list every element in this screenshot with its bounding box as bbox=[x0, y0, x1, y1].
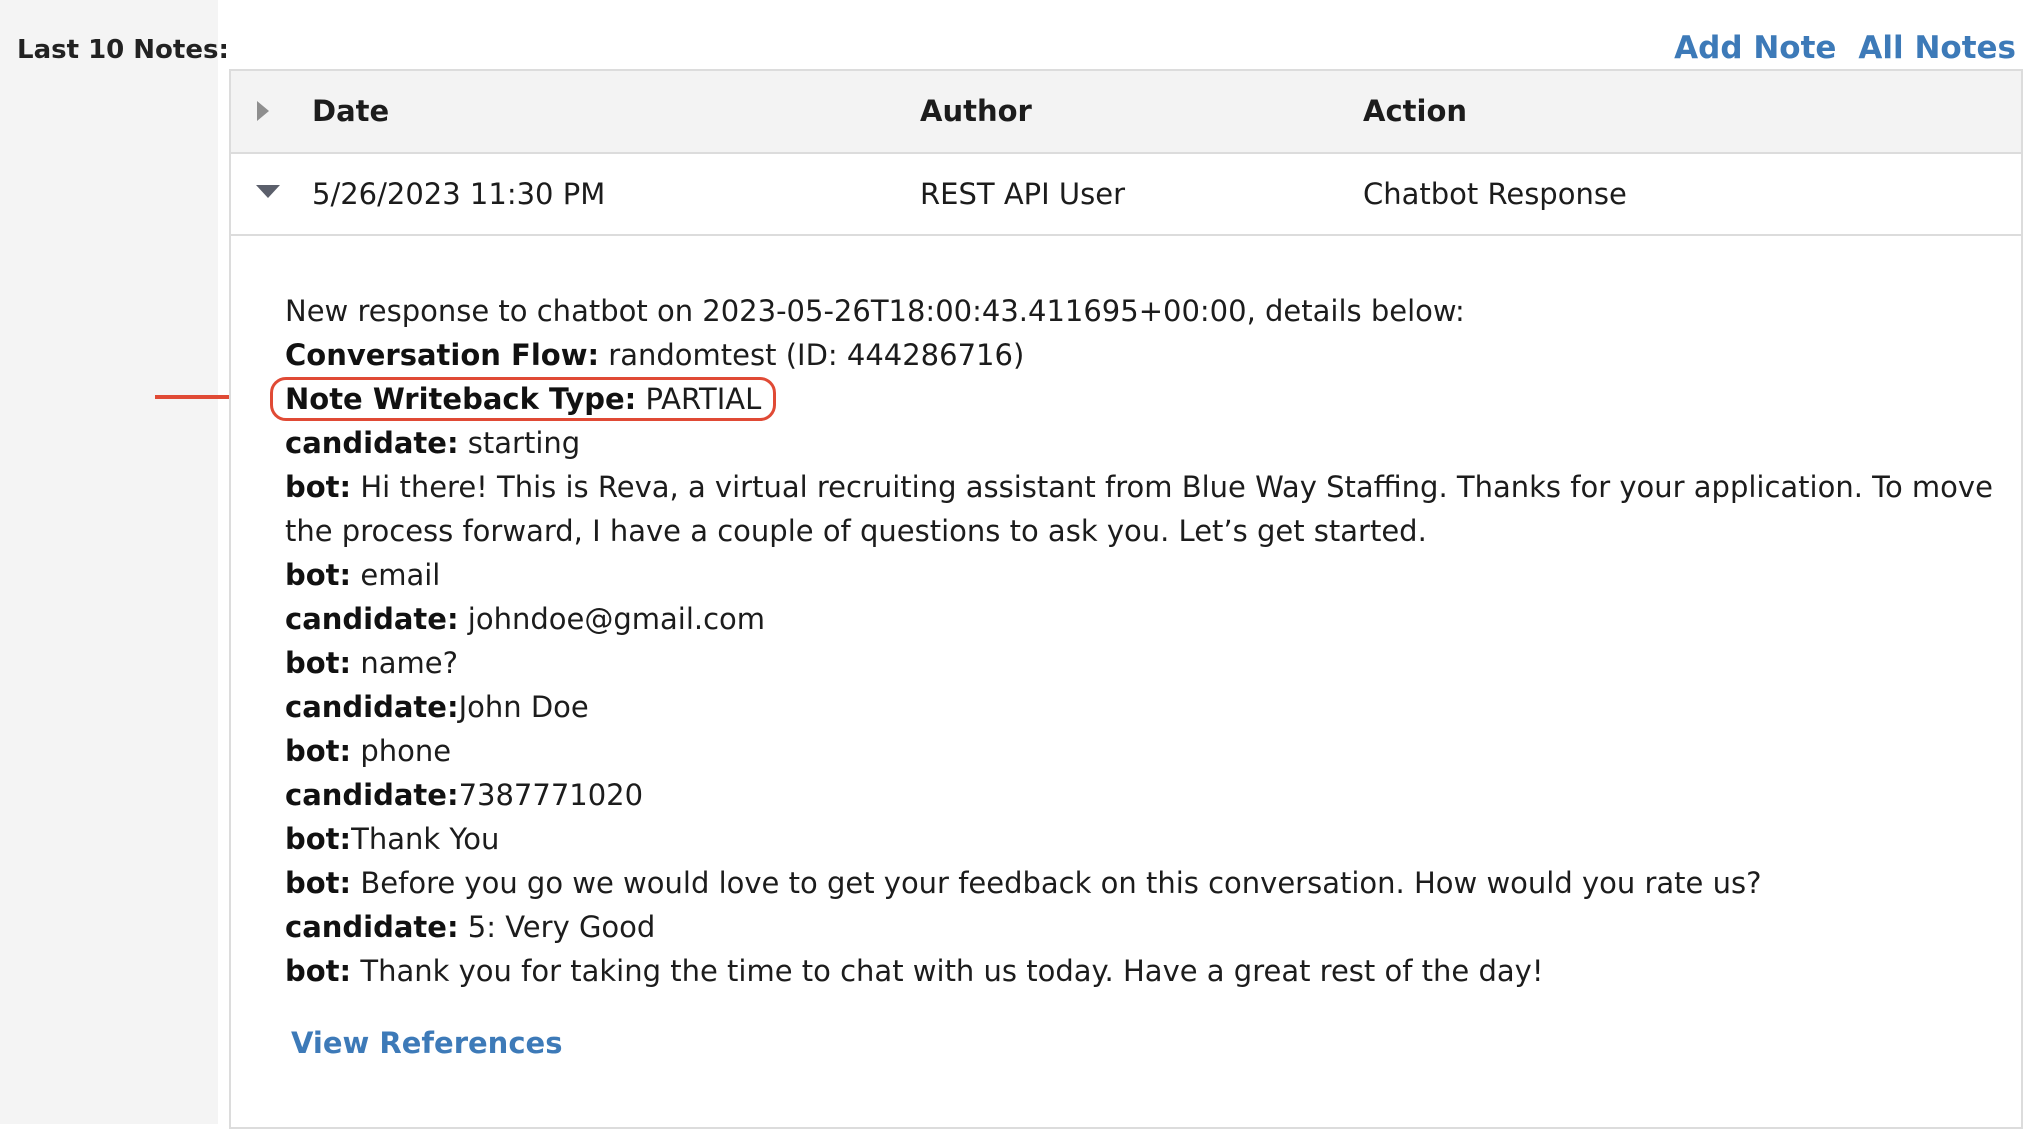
note-line-label: Conversation Flow: bbox=[285, 338, 600, 372]
note-action: Chatbot Response bbox=[1363, 177, 1627, 211]
note-line-text: name? bbox=[351, 646, 459, 680]
note-line-text: Hi there! This is Reva, a virtual recrui… bbox=[285, 470, 1993, 548]
author-column-header[interactable]: Author bbox=[920, 93, 1032, 129]
all-notes-link[interactable]: All Notes bbox=[1858, 30, 2016, 66]
note-line-text: phone bbox=[351, 734, 452, 768]
note-line: candidate: 5: Very Good bbox=[285, 905, 2005, 949]
note-line-label: candidate: bbox=[285, 778, 459, 812]
note-author: REST API User bbox=[920, 177, 1126, 211]
note-line-label: candidate: bbox=[285, 426, 459, 460]
note-line: candidate: johndoe@gmail.com bbox=[285, 597, 2005, 641]
note-line-text: randomtest (ID: 444286716) bbox=[599, 338, 1025, 372]
notes-table: Date Author Action 5/26/2023 11:30 PM RE… bbox=[229, 69, 2023, 1129]
note-date: 5/26/2023 11:30 PM bbox=[312, 177, 606, 211]
note-line-label: candidate: bbox=[285, 910, 459, 944]
note-line-text: Thank you for taking the time to chat wi… bbox=[351, 954, 1544, 988]
note-line: candidate: starting bbox=[285, 421, 2005, 465]
note-line-label: bot: bbox=[285, 558, 352, 592]
expand-all-toggle[interactable] bbox=[255, 99, 271, 127]
triangle-down-icon bbox=[256, 185, 280, 198]
view-references-link[interactable]: View References bbox=[291, 1026, 562, 1060]
highlight-box: Note Writeback Type: PARTIAL bbox=[270, 377, 777, 421]
note-line-text: John Doe bbox=[458, 690, 589, 724]
note-line-label: bot: bbox=[285, 822, 352, 856]
table-row[interactable]: 5/26/2023 11:30 PM REST API User Chatbot… bbox=[231, 154, 2021, 236]
note-line-label: bot: bbox=[285, 470, 352, 504]
note-line-text: email bbox=[351, 558, 441, 592]
note-line-label: bot: bbox=[285, 954, 352, 988]
note-line-label: Note Writeback Type: bbox=[285, 382, 637, 416]
note-line-label: candidate: bbox=[285, 602, 459, 636]
action-column-header[interactable]: Action bbox=[1363, 93, 1467, 129]
note-line-text: johndoe@gmail.com bbox=[458, 602, 766, 636]
note-line: bot: phone bbox=[285, 729, 2005, 773]
note-line-text: 5: Very Good bbox=[458, 910, 656, 944]
note-line: Conversation Flow: randomtest (ID: 44428… bbox=[285, 333, 2005, 377]
add-note-link[interactable]: Add Note bbox=[1674, 30, 1836, 66]
note-line: candidate:7387771020 bbox=[285, 773, 2005, 817]
note-line: bot: Before you go we would love to get … bbox=[285, 861, 2005, 905]
note-line: bot: Thank you for taking the time to ch… bbox=[285, 949, 2005, 993]
note-line-label: candidate: bbox=[285, 690, 459, 724]
table-header-row: Date Author Action bbox=[231, 71, 2021, 154]
note-line-text: 7387771020 bbox=[458, 778, 644, 812]
note-line-label: bot: bbox=[285, 646, 352, 680]
note-details: New response to chatbot on 2023-05-26T18… bbox=[270, 289, 2005, 993]
notes-actions: Add Note All Notes bbox=[1674, 30, 2016, 66]
note-line: bot: email bbox=[285, 553, 2005, 597]
note-line-text: PARTIAL bbox=[636, 382, 762, 416]
note-line-text: starting bbox=[458, 426, 581, 460]
note-line: bot: Hi there! This is Reva, a virtual r… bbox=[285, 465, 2005, 553]
date-column-header[interactable]: Date bbox=[312, 93, 389, 129]
note-line-label: bot: bbox=[285, 866, 352, 900]
note-line-highlighted: Note Writeback Type: PARTIAL bbox=[270, 377, 2005, 421]
note-line: bot:Thank You bbox=[285, 817, 2005, 861]
section-label: Last 10 Notes: bbox=[17, 35, 229, 65]
note-intro: New response to chatbot on 2023-05-26T18… bbox=[285, 294, 1465, 328]
row-collapse-toggle[interactable] bbox=[255, 182, 281, 204]
note-line: candidate:John Doe bbox=[285, 685, 2005, 729]
triangle-right-icon bbox=[257, 101, 269, 121]
note-line-text: Thank You bbox=[351, 822, 500, 856]
note-line: bot: name? bbox=[285, 641, 2005, 685]
left-panel: Last 10 Notes: bbox=[0, 0, 229, 1124]
note-line-text: Before you go we would love to get your … bbox=[351, 866, 1762, 900]
note-line-label: bot: bbox=[285, 734, 352, 768]
